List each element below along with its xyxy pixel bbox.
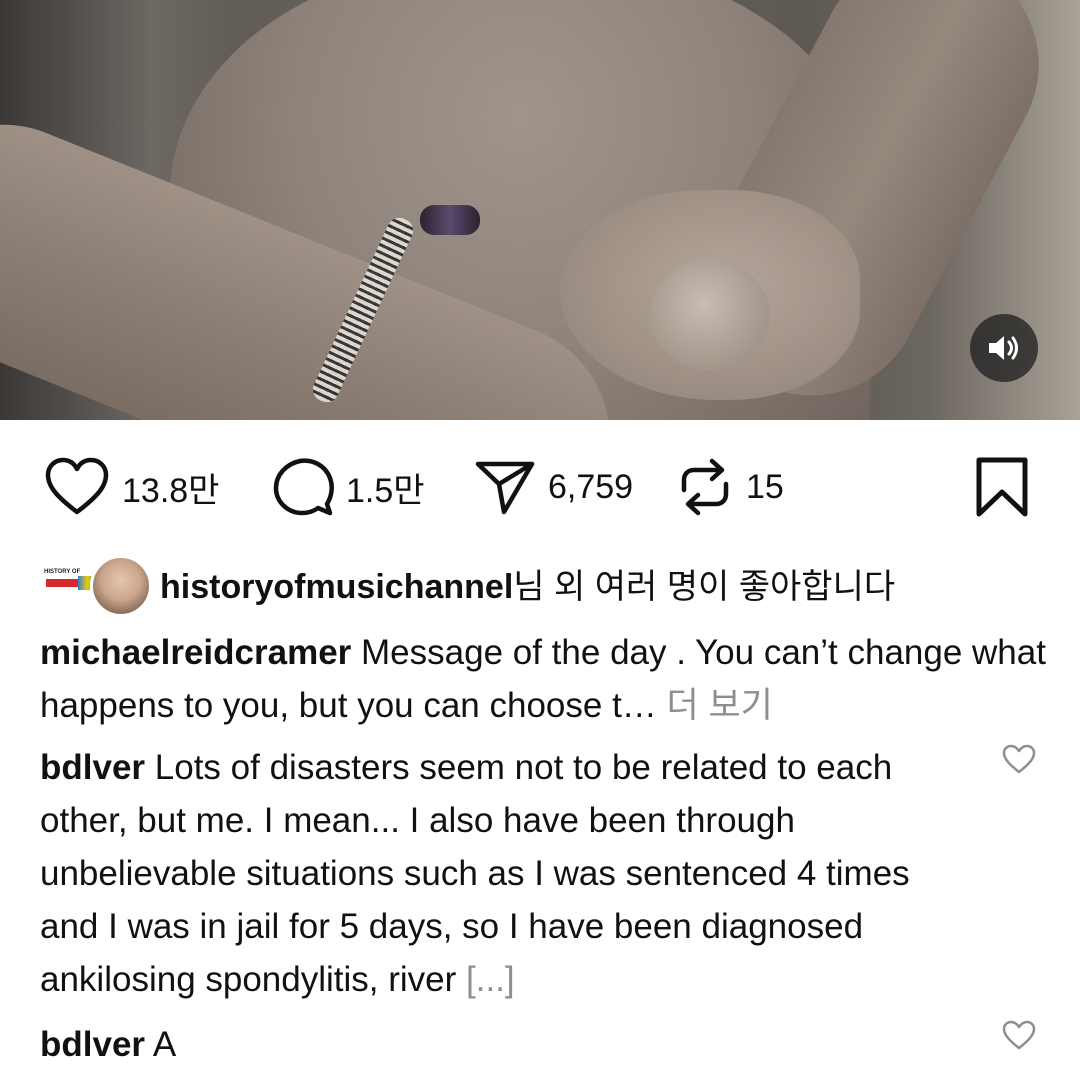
like-count[interactable]: 13.8만 bbox=[122, 463, 219, 512]
liker-username[interactable]: historyofmusichannel bbox=[160, 568, 513, 606]
liked-by-text: historyofmusichannel님 외 여러 명이 좋아합니다 bbox=[160, 559, 895, 608]
liker-avatars: HISTORY OF bbox=[40, 553, 152, 617]
comment-count[interactable]: 1.5만 bbox=[346, 463, 425, 512]
video-player[interactable] bbox=[0, 0, 1080, 420]
video-frame-thumb bbox=[650, 260, 770, 370]
comment-like-button[interactable] bbox=[1002, 744, 1036, 779]
see-more-link[interactable]: 더 보기 bbox=[667, 686, 773, 725]
share-action: 6,759 bbox=[474, 452, 633, 522]
repost-action: 15 bbox=[676, 452, 784, 522]
heart-icon[interactable] bbox=[44, 457, 110, 517]
comment-like-button[interactable] bbox=[1002, 1020, 1036, 1055]
comment-item: bdlver A bbox=[40, 1018, 930, 1071]
avatar bbox=[90, 555, 152, 617]
heart-outline-icon bbox=[1002, 744, 1036, 774]
paper-plane-icon[interactable] bbox=[474, 458, 536, 516]
share-count: 6,759 bbox=[548, 467, 634, 506]
sound-toggle-button[interactable] bbox=[970, 314, 1038, 382]
caption-username[interactable]: michaelreidcramer bbox=[40, 633, 351, 672]
heart-outline-icon bbox=[1002, 1020, 1036, 1050]
comment-username[interactable]: bdlver bbox=[40, 1025, 145, 1064]
comment-more-link[interactable]: [...] bbox=[466, 960, 515, 999]
comment-action: 1.5만 bbox=[272, 452, 425, 522]
repost-count: 15 bbox=[746, 467, 784, 506]
speaker-icon bbox=[989, 336, 1018, 360]
comment-username[interactable]: bdlver bbox=[40, 748, 145, 787]
post-action-bar: 13.8만 1.5만 6,759 15 bbox=[0, 452, 1080, 522]
video-frame-bead bbox=[420, 205, 480, 235]
avatar-logo-text: HISTORY OF bbox=[44, 569, 81, 575]
liked-by-row[interactable]: HISTORY OF historyofmusichannel님 외 여러 명이… bbox=[40, 548, 895, 618]
bookmark-icon bbox=[976, 457, 1028, 517]
save-button[interactable] bbox=[974, 456, 1030, 523]
like-action: 13.8만 bbox=[44, 452, 219, 522]
comment-bubble-icon[interactable] bbox=[272, 456, 334, 518]
liked-by-suffix: 님 외 여러 명이 좋아합니다 bbox=[513, 567, 896, 606]
repost-icon[interactable] bbox=[676, 456, 734, 518]
comment-text: A bbox=[152, 1025, 177, 1064]
comment-item: bdlver Lots of disasters seem not to be … bbox=[40, 741, 930, 1006]
post-caption: michaelreidcramer Message of the day . Y… bbox=[40, 626, 1050, 732]
